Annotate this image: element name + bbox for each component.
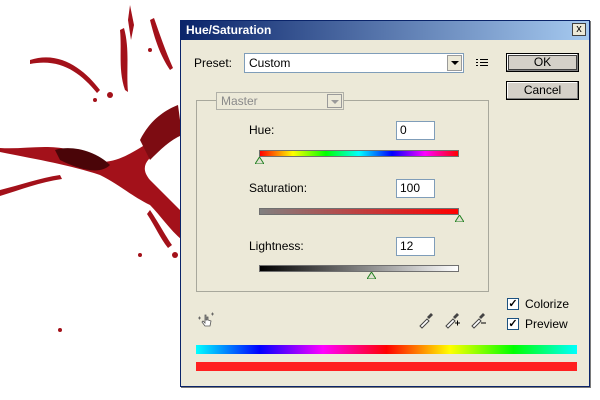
hue-label: Hue: — [249, 123, 275, 137]
saturation-field[interactable]: 100 — [396, 179, 435, 198]
channel-select[interactable]: Master — [216, 92, 344, 110]
adjustment-group: Master Hue: 0 Saturation: 100 Lightness:… — [196, 92, 489, 292]
preview-label[interactable]: Preview — [525, 317, 568, 331]
lightness-label: Lightness: — [249, 239, 304, 253]
saturation-slider-track[interactable] — [259, 208, 459, 215]
dialog-titlebar[interactable]: Hue/Saturation x — [181, 21, 589, 40]
chevron-down-icon[interactable] — [327, 94, 342, 108]
colorize-checkbox[interactable]: ✓ — [507, 298, 519, 310]
preset-value: Custom — [249, 56, 291, 70]
preview-checkbox[interactable]: ✓ — [507, 318, 519, 330]
close-icon: x — [576, 23, 582, 35]
preset-menu-icon[interactable] — [476, 58, 490, 68]
input-color-spectrum-bar — [196, 345, 577, 354]
chevron-down-icon[interactable] — [447, 55, 462, 71]
targeted-adjustment-icon[interactable] — [197, 311, 215, 329]
colorize-label[interactable]: Colorize — [525, 297, 569, 311]
output-color-spectrum-bar — [196, 362, 577, 371]
preset-label: Preset: — [194, 56, 233, 70]
eyedropper-icon[interactable] — [417, 311, 435, 329]
dialog-title: Hue/Saturation — [186, 23, 272, 37]
ok-button[interactable]: OK — [506, 53, 579, 72]
lightness-slider-thumb-icon[interactable] — [366, 272, 376, 279]
cancel-button[interactable]: Cancel — [506, 81, 579, 100]
eyedropper-subtract-icon[interactable] — [469, 311, 487, 329]
hue-saturation-dialog: Hue/Saturation x Preset: Custom OK Cance… — [180, 20, 590, 387]
lightness-field[interactable]: 12 — [396, 237, 435, 256]
hue-slider-track[interactable] — [259, 150, 459, 157]
paint-splatter-image — [0, 5, 182, 332]
channel-value: Master — [221, 94, 258, 108]
hue-field[interactable]: 0 — [396, 121, 435, 140]
preset-select[interactable]: Custom — [244, 53, 464, 73]
close-button[interactable]: x — [572, 23, 586, 36]
hue-slider-thumb-icon[interactable] — [254, 157, 264, 164]
lightness-slider-track[interactable] — [259, 265, 459, 272]
saturation-slider-thumb-icon[interactable] — [454, 215, 464, 222]
eyedropper-add-icon[interactable] — [443, 311, 461, 329]
saturation-label: Saturation: — [249, 181, 308, 195]
